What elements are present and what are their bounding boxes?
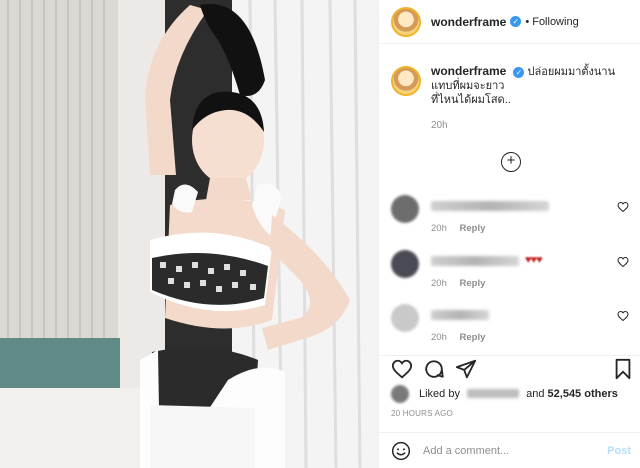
- post-actions-bar: [379, 355, 640, 381]
- commenter-avatar[interactable]: [391, 250, 419, 278]
- comment-bubble-icon[interactable]: [423, 358, 445, 380]
- heart-icon[interactable]: [391, 358, 413, 380]
- add-comment-bar: Post: [379, 432, 640, 468]
- reply-button[interactable]: Reply: [460, 278, 486, 289]
- post-detail-panel: wonderframe ✓ • Following wonderframe ✓ …: [378, 0, 640, 468]
- likes-text: Liked by and 52,545 others: [419, 388, 618, 400]
- following-button[interactable]: Following: [532, 16, 578, 28]
- verified-badge-icon: ✓: [513, 67, 525, 78]
- likes-count-link[interactable]: 52,545 others: [548, 388, 618, 400]
- post-photo-illustration: [0, 0, 378, 468]
- liker-avatar[interactable]: [391, 385, 409, 403]
- comment-timestamp[interactable]: 20h: [431, 278, 447, 289]
- comment-meta: 20h Reply: [431, 332, 485, 343]
- comment-timestamp[interactable]: 20h: [431, 223, 447, 234]
- comment-item: 20h Reply: [391, 304, 629, 352]
- liker-name-redacted[interactable]: [467, 389, 520, 398]
- comment-text-redacted: [431, 256, 519, 266]
- comment-text-redacted: [431, 201, 549, 211]
- post-timestamp[interactable]: 20 HOURS AGO: [391, 409, 453, 418]
- reply-button[interactable]: Reply: [460, 223, 486, 234]
- likes-conjunction: and: [526, 388, 545, 400]
- caption-body: wonderframe ✓ ปล่อยผมมาตั้งนาน แทบที่ผมจ…: [431, 64, 615, 133]
- plus-circle-icon[interactable]: +: [501, 152, 521, 172]
- paper-plane-icon[interactable]: [455, 358, 477, 380]
- bookmark-icon[interactable]: [613, 358, 633, 380]
- caption-avatar[interactable]: [391, 66, 421, 96]
- post-header: wonderframe ✓ • Following: [379, 0, 640, 44]
- post-button[interactable]: Post: [607, 445, 631, 457]
- post-caption: wonderframe ✓ ปล่อยผมมาตั้งนาน แทบที่ผมจ…: [391, 64, 629, 133]
- verified-badge-icon: ✓: [510, 16, 522, 27]
- caption-username[interactable]: wonderframe: [431, 64, 506, 78]
- commenter-avatar[interactable]: [391, 195, 419, 223]
- heart-icon[interactable]: [617, 201, 629, 213]
- comment-timestamp[interactable]: 20h: [431, 332, 447, 343]
- comment-emoji: ♥♥♥: [525, 254, 543, 266]
- heart-icon[interactable]: [617, 256, 629, 268]
- author-username[interactable]: wonderframe: [431, 15, 506, 29]
- comment-input[interactable]: [423, 444, 593, 457]
- smiley-icon[interactable]: [391, 441, 411, 461]
- comment-text-redacted: [431, 310, 489, 320]
- commenter-avatar[interactable]: [391, 304, 419, 332]
- liked-by-label: Liked by: [419, 388, 460, 400]
- caption-timestamp[interactable]: 20h: [431, 119, 615, 133]
- comment-meta: 20h Reply: [431, 223, 485, 234]
- reply-button[interactable]: Reply: [460, 332, 486, 343]
- header-separator: •: [525, 15, 530, 28]
- comment-meta: 20h Reply: [431, 278, 485, 289]
- comment-item: 20h Reply: [391, 195, 629, 243]
- author-avatar[interactable]: [391, 6, 421, 37]
- likes-summary: Liked by and 52,545 others: [391, 384, 636, 404]
- heart-icon[interactable]: [617, 310, 629, 322]
- post-photo[interactable]: [0, 0, 378, 468]
- comment-item: ♥♥♥ 20h Reply: [391, 250, 629, 298]
